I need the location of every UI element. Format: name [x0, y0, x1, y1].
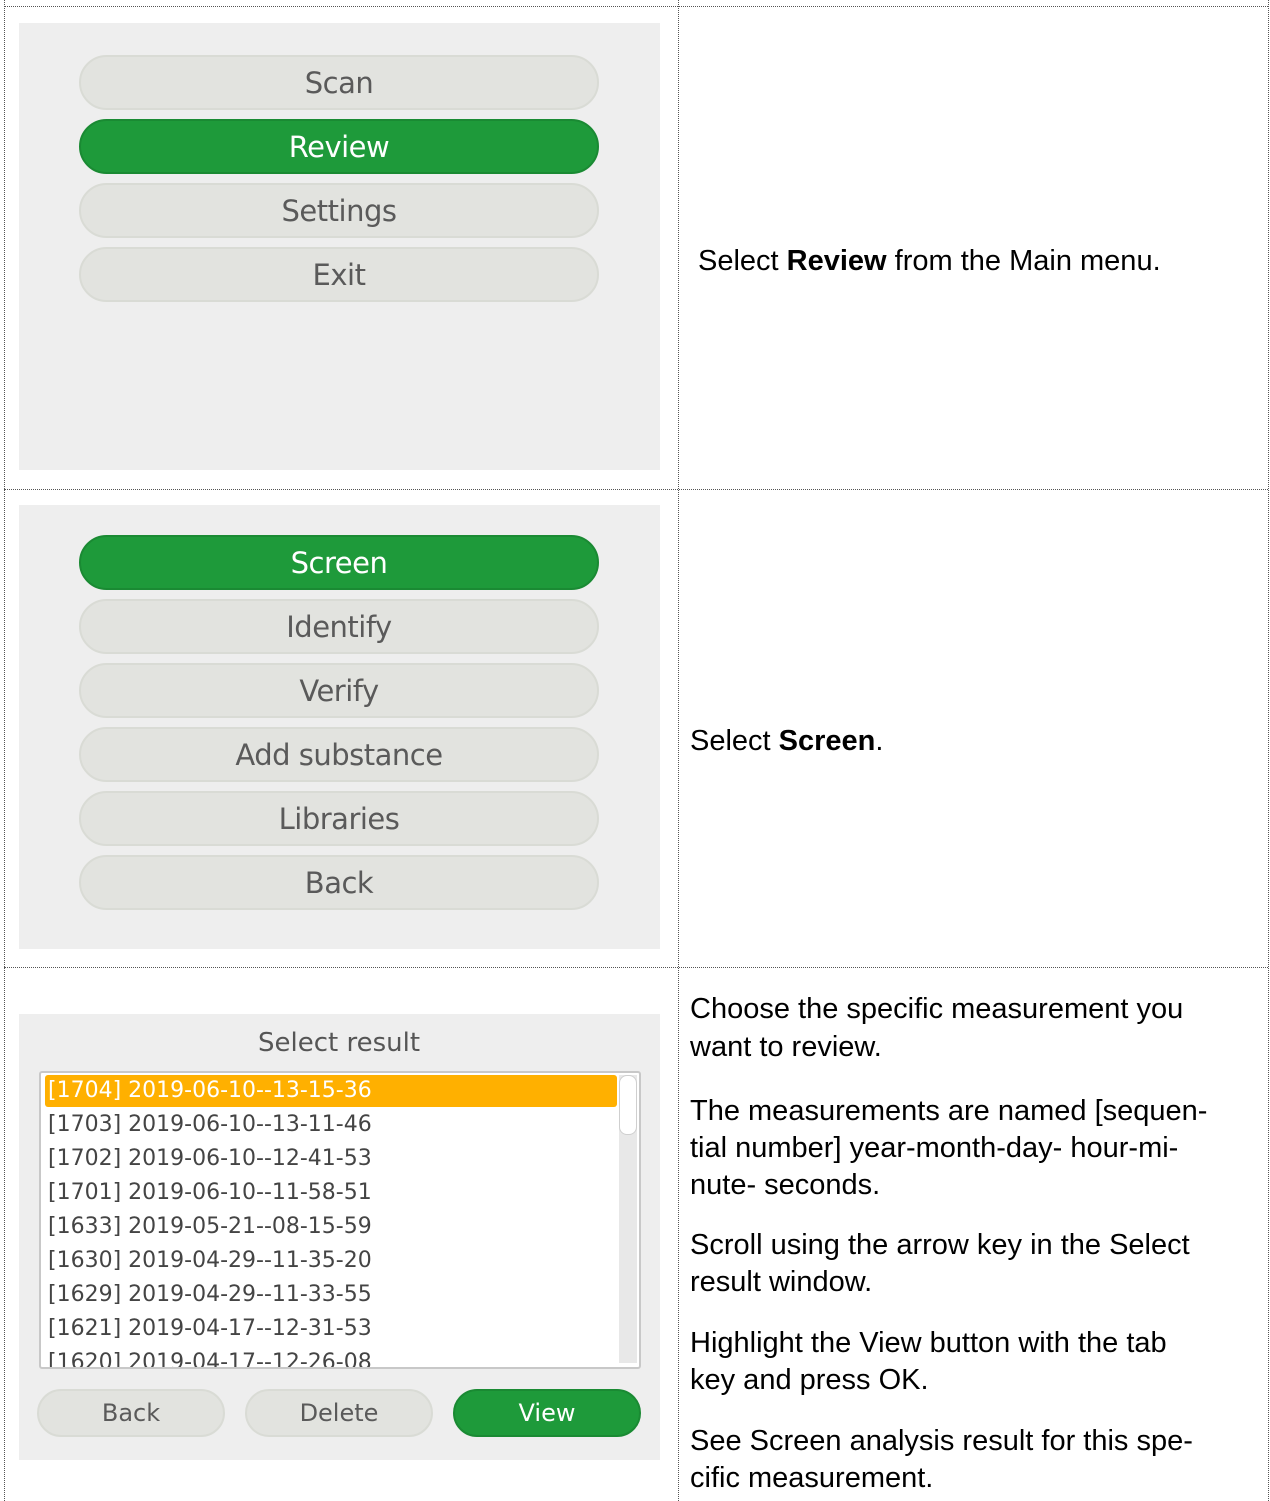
- menu-button-libraries[interactable]: Libraries: [79, 791, 599, 846]
- emphasis-screen: Screen: [778, 725, 876, 757]
- result-list-item[interactable]: [1702] 2019-06-10--12-41-53: [45, 1143, 617, 1175]
- emphasis-review: Review: [786, 245, 887, 277]
- result-list-item[interactable]: [1704] 2019-06-10--13-15-36: [45, 1075, 617, 1107]
- menu-button-screen[interactable]: Screen: [79, 535, 599, 590]
- table-border-left: [4, 0, 5, 1501]
- result-list-item[interactable]: [1620] 2019-04-17--12-26-08: [45, 1347, 617, 1367]
- instruction-choose-line-1: Choose the specific measurement you: [690, 993, 1184, 1025]
- select-result-title: Select result: [257, 1028, 421, 1058]
- result-list-item[interactable]: [1630] 2019-04-29--11-35-20: [45, 1245, 617, 1277]
- list-scrollbar-thumb[interactable]: [619, 1075, 637, 1135]
- menu-button-verify[interactable]: Verify: [79, 663, 599, 718]
- instruction-view-line-2: key and press OK.: [690, 1364, 929, 1396]
- result-list-item[interactable]: [1703] 2019-06-10--13-11-46: [45, 1109, 617, 1141]
- menu-button-review[interactable]: Review: [79, 119, 599, 174]
- table-border-right: [1268, 0, 1269, 1501]
- menu-button-back[interactable]: Back: [79, 855, 599, 910]
- delete-button[interactable]: Delete: [245, 1389, 433, 1437]
- review-menu-screen: Screen Identify Verify Add substance Lib…: [19, 505, 660, 949]
- instruction-screen: Select Screen.: [690, 725, 884, 757]
- instruction-naming-line-3: nute- seconds.: [690, 1169, 881, 1201]
- instruction-choose-line-2: want to review.: [690, 1031, 882, 1063]
- instruction-scroll-line-2: result window.: [690, 1266, 873, 1298]
- list-scrollbar[interactable]: [619, 1075, 637, 1363]
- result-list-item[interactable]: [1633] 2019-05-21--08-15-59: [45, 1211, 617, 1243]
- instruction-naming-line-1: The measurements are named [sequen-: [690, 1095, 1208, 1127]
- menu-button-scan[interactable]: Scan: [79, 55, 599, 110]
- select-result-screen: Select result [1704] 2019-06-10--13-15-3…: [19, 1014, 660, 1460]
- menu-button-identify[interactable]: Identify: [79, 599, 599, 654]
- instruction-scroll-line-1: Scroll using the arrow key in the Select: [690, 1229, 1190, 1261]
- back-button[interactable]: Back: [37, 1389, 225, 1437]
- instruction-naming-line-2: tial number] year-month-day- hour-mi-: [690, 1132, 1179, 1164]
- instruction-review: Select Review from the Main menu.: [698, 245, 1161, 277]
- main-menu-screen: Scan Review Settings Exit: [19, 23, 660, 470]
- instruction-see-line-2: cific measurement.: [690, 1462, 934, 1494]
- menu-button-add-substance[interactable]: Add substance: [79, 727, 599, 782]
- table-row-divider-1: [4, 489, 1268, 490]
- instruction-view-line-1: Highlight the View button with the tab: [690, 1327, 1167, 1359]
- view-button[interactable]: View: [453, 1389, 641, 1437]
- table-column-divider: [678, 0, 679, 1501]
- menu-button-exit[interactable]: Exit: [79, 247, 599, 302]
- table-border-top: [4, 6, 1268, 7]
- result-list-item[interactable]: [1621] 2019-04-17--12-31-53: [45, 1313, 617, 1345]
- table-row-divider-2: [4, 967, 1268, 968]
- result-list-item[interactable]: [1629] 2019-04-29--11-33-55: [45, 1279, 617, 1311]
- result-list-item[interactable]: [1701] 2019-06-10--11-58-51: [45, 1177, 617, 1209]
- result-list[interactable]: [1704] 2019-06-10--13-15-36 [1703] 2019-…: [39, 1071, 641, 1369]
- menu-button-settings[interactable]: Settings: [79, 183, 599, 238]
- instruction-see-line-1: See Screen analysis result for this spe-: [690, 1425, 1193, 1457]
